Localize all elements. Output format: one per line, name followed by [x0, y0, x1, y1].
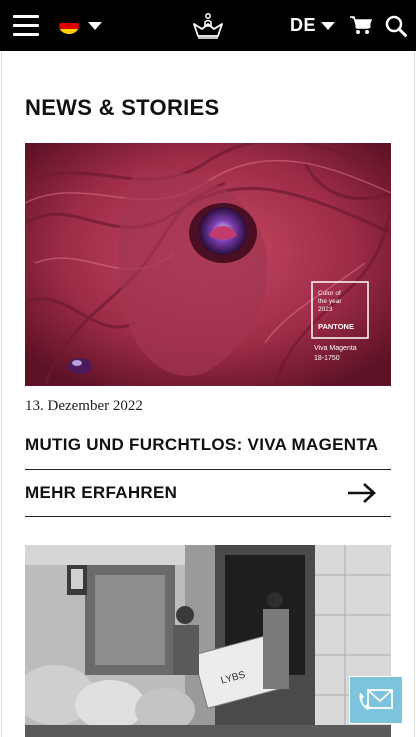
top-navigation-bar: DE [0, 0, 416, 51]
divider [25, 516, 391, 517]
language-selector[interactable]: DE [290, 15, 316, 36]
germany-flag-icon[interactable] [59, 18, 79, 34]
read-more-link[interactable]: MEHR ERFAHREN [25, 483, 177, 503]
viva-magenta-artwork: Color of the year 2023 PANTONE Viva Mage… [25, 143, 391, 386]
svg-text:Color of: Color of [318, 290, 341, 297]
article-headline[interactable]: MUTIG UND FURCHTLOS: VIVA MAGENTA [25, 435, 378, 455]
svg-text:2023: 2023 [318, 306, 333, 313]
chevron-down-icon[interactable] [321, 22, 335, 30]
crown-logo-icon[interactable] [192, 12, 224, 40]
menu-icon[interactable] [13, 15, 39, 37]
color-name-text: Viva Magenta [314, 345, 357, 352]
cart-icon[interactable] [350, 15, 372, 35]
chevron-down-icon[interactable] [88, 22, 102, 30]
section-title: NEWS & STORIES [25, 95, 220, 120]
article-date: 13. Dezember 2022 [25, 398, 143, 414]
article-image[interactable]: Color of the year 2023 PANTONE Viva Mage… [25, 143, 391, 386]
article-image[interactable]: LYBS [25, 545, 391, 737]
divider [25, 469, 391, 470]
contact-button[interactable] [349, 676, 403, 724]
arrow-right-icon[interactable] [347, 482, 377, 504]
search-icon[interactable] [385, 15, 407, 37]
color-code-text: 18-1750 [314, 355, 340, 362]
historic-warehouse-photo: LYBS [25, 545, 391, 737]
svg-text:the year: the year [318, 298, 342, 305]
pantone-brand-text: PANTONE [318, 322, 354, 331]
phone-mail-icon [359, 689, 393, 710]
